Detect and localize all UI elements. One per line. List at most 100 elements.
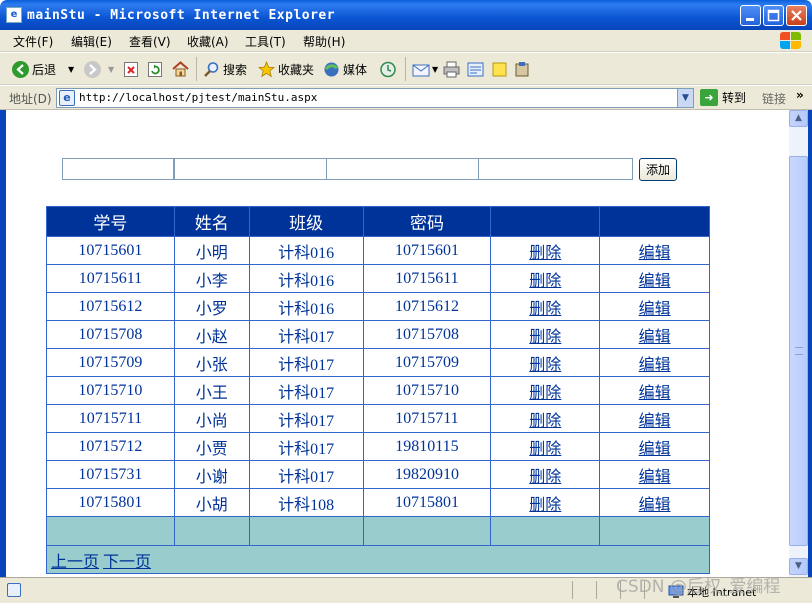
forward-dropdown-icon[interactable]: ▼ bbox=[108, 65, 114, 74]
cell-student-id: 10715611 bbox=[46, 264, 175, 293]
chevron-right-icon[interactable]: » bbox=[796, 88, 804, 102]
table-row: 10715611 小李 计科016 10715611 删除 编辑 bbox=[46, 264, 710, 293]
media-button[interactable]: 媒体 bbox=[323, 59, 367, 79]
menu-edit[interactable]: 编辑(E) bbox=[71, 33, 112, 50]
scroll-thumb[interactable] bbox=[789, 156, 808, 546]
delete-link[interactable]: 删除 bbox=[529, 301, 561, 318]
cell-edit: 编辑 bbox=[599, 320, 710, 349]
cell-password: 10715601 bbox=[362, 236, 492, 265]
maximize-button[interactable] bbox=[763, 5, 784, 26]
close-button[interactable] bbox=[786, 5, 807, 26]
cell-name: 小明 bbox=[173, 236, 250, 265]
delete-link[interactable]: 删除 bbox=[529, 441, 561, 458]
print-button[interactable] bbox=[443, 59, 460, 79]
address-dropdown-icon[interactable]: ▼ bbox=[677, 89, 693, 107]
menu-favorites[interactable]: 收藏(A) bbox=[187, 33, 229, 50]
favorites-button[interactable]: 收藏夹 bbox=[258, 59, 314, 79]
header-name: 姓名 bbox=[173, 206, 250, 237]
links-label[interactable]: 链接 bbox=[762, 90, 786, 107]
ie-page-icon: e bbox=[6, 7, 22, 23]
delete-link[interactable]: 删除 bbox=[529, 385, 561, 402]
table-row: 10715712 小贾 计科017 19810115 删除 编辑 bbox=[46, 432, 710, 461]
edit-link[interactable]: 编辑 bbox=[639, 273, 671, 290]
cell-edit: 编辑 bbox=[599, 236, 710, 265]
edit-link[interactable]: 编辑 bbox=[639, 385, 671, 402]
cell-password: 10715801 bbox=[362, 488, 492, 517]
footer-cell bbox=[362, 516, 492, 546]
edit-link[interactable]: 编辑 bbox=[639, 441, 671, 458]
table-row: 10715612 小罗 计科016 10715612 删除 编辑 bbox=[46, 292, 710, 321]
student-class-field[interactable] bbox=[326, 158, 479, 180]
close-icon bbox=[791, 10, 802, 21]
menu-file[interactable]: 文件(F) bbox=[13, 33, 53, 50]
delete-link[interactable]: 删除 bbox=[529, 497, 561, 514]
cell-class: 计科017 bbox=[248, 432, 364, 461]
refresh-button[interactable] bbox=[148, 59, 162, 79]
address-url[interactable]: http://localhost/pjtest/mainStu.aspx bbox=[79, 91, 317, 104]
discuss-button[interactable] bbox=[491, 59, 508, 79]
cell-class: 计科017 bbox=[248, 376, 364, 405]
cell-student-id: 10715601 bbox=[46, 236, 175, 265]
cell-student-id: 10715709 bbox=[46, 348, 175, 377]
go-button[interactable]: ➜ 转到 bbox=[700, 89, 746, 106]
add-button[interactable]: 添加 bbox=[639, 158, 677, 181]
delete-link[interactable]: 删除 bbox=[529, 245, 561, 262]
next-page-link[interactable]: 下一页 bbox=[103, 554, 151, 571]
student-password-field[interactable] bbox=[478, 158, 633, 180]
mail-button[interactable]: ▼ bbox=[412, 59, 438, 79]
note-icon bbox=[492, 62, 507, 76]
edit-link[interactable]: 编辑 bbox=[639, 245, 671, 262]
vertical-scrollbar[interactable]: ▲ ▼ bbox=[789, 110, 808, 577]
student-name-field[interactable] bbox=[174, 158, 327, 180]
cell-delete: 删除 bbox=[490, 236, 601, 265]
edit-button[interactable] bbox=[467, 59, 484, 79]
edit-link[interactable]: 编辑 bbox=[639, 329, 671, 346]
table-row: 10715601 小明 计科016 10715601 删除 编辑 bbox=[46, 236, 710, 265]
scroll-down-icon[interactable]: ▼ bbox=[789, 558, 808, 575]
cell-delete: 删除 bbox=[490, 348, 601, 377]
student-id-field[interactable] bbox=[62, 158, 174, 180]
cell-password: 10715711 bbox=[362, 404, 492, 433]
delete-link[interactable]: 删除 bbox=[529, 357, 561, 374]
cell-password: 19810115 bbox=[362, 432, 492, 461]
minimize-icon bbox=[746, 18, 754, 21]
back-button[interactable]: 后退 ▼ bbox=[12, 59, 74, 79]
footer-cell bbox=[599, 516, 710, 546]
edit-link[interactable]: 编辑 bbox=[639, 469, 671, 486]
cell-student-id: 10715612 bbox=[46, 292, 175, 321]
cell-class: 计科017 bbox=[248, 404, 364, 433]
menu-help[interactable]: 帮助(H) bbox=[303, 33, 345, 50]
home-button[interactable] bbox=[172, 59, 189, 79]
search-button[interactable]: 搜索 bbox=[203, 59, 247, 79]
cell-edit: 编辑 bbox=[599, 432, 710, 461]
menu-tools[interactable]: 工具(T) bbox=[245, 33, 286, 50]
minimize-button[interactable] bbox=[740, 5, 761, 26]
edit-link[interactable]: 编辑 bbox=[639, 301, 671, 318]
messenger-button[interactable] bbox=[514, 59, 531, 79]
go-label: 转到 bbox=[722, 91, 747, 105]
delete-link[interactable]: 删除 bbox=[529, 413, 561, 430]
menu-view[interactable]: 查看(V) bbox=[129, 33, 171, 50]
stop-button[interactable] bbox=[124, 59, 138, 79]
back-dropdown-icon[interactable]: ▼ bbox=[68, 65, 74, 74]
cell-student-id: 10715711 bbox=[46, 404, 175, 433]
history-button[interactable] bbox=[379, 59, 397, 79]
edit-link[interactable]: 编辑 bbox=[639, 357, 671, 374]
edit-link[interactable]: 编辑 bbox=[639, 497, 671, 514]
ie-page-icon: e bbox=[59, 90, 75, 106]
cell-name: 小谢 bbox=[173, 460, 250, 489]
mail-dropdown-icon[interactable]: ▼ bbox=[432, 65, 438, 74]
address-input[interactable]: e http://localhost/pjtest/mainStu.aspx ▼ bbox=[56, 88, 694, 108]
cell-name: 小胡 bbox=[173, 488, 250, 517]
edit-link[interactable]: 编辑 bbox=[639, 413, 671, 430]
table-row: 10715801 小胡 计科108 10715801 删除 编辑 bbox=[46, 488, 710, 517]
stop-icon bbox=[124, 61, 138, 77]
prev-page-link[interactable]: 上一页 bbox=[51, 554, 99, 571]
cell-student-id: 10715712 bbox=[46, 432, 175, 461]
delete-link[interactable]: 删除 bbox=[529, 329, 561, 346]
delete-link[interactable]: 删除 bbox=[529, 469, 561, 486]
scroll-up-icon[interactable]: ▲ bbox=[789, 110, 808, 127]
delete-link[interactable]: 删除 bbox=[529, 273, 561, 290]
forward-button[interactable]: ▼ bbox=[84, 59, 114, 79]
back-arrow-icon bbox=[12, 60, 29, 78]
